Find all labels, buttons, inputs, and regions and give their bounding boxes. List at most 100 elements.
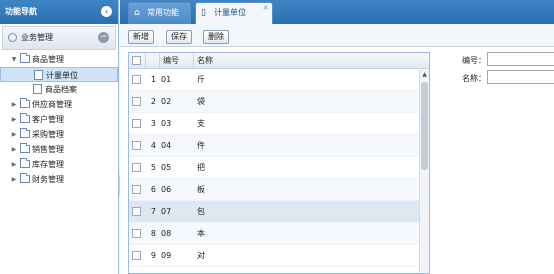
collapse-icon[interactable]: − (98, 32, 109, 43)
page-icon: ▯ (201, 8, 206, 18)
table-row[interactable]: 7 07 包 (129, 201, 429, 223)
cell-name: 斤 (197, 75, 205, 84)
tab-measurement-unit[interactable]: ▯ 计量单位 × (195, 2, 273, 24)
row-checkbox[interactable] (132, 207, 141, 216)
cell-code: 03 (161, 119, 172, 128)
row-checkbox[interactable] (132, 119, 141, 128)
delete-button[interactable]: 删除 (203, 30, 229, 44)
close-icon[interactable]: × (262, 3, 269, 13)
header-name[interactable]: 名称 (197, 53, 213, 69)
tree-item[interactable]: ▶ 客户管理 (0, 112, 118, 127)
tree-item[interactable]: ▶ 采购管理 (0, 127, 118, 142)
row-checkbox[interactable] (132, 75, 141, 84)
tree-item-label: 库存管理 (32, 160, 64, 169)
collapsed-arrow-icon[interactable]: ▶ (10, 157, 18, 172)
row-number: 1 (150, 75, 156, 84)
table-row[interactable]: 5 05 把 (129, 157, 429, 179)
cell-name: 对 (197, 251, 205, 260)
column-divider (159, 53, 160, 69)
tree-item-label: 供应商管理 (32, 100, 72, 109)
main-content: 新增 保存 删除 编号 名称 1 01 斤 2 02 袋 3 03 支 4 04 件 5 05 把 6 06 板 7… (120, 24, 554, 274)
tree-item-label: 计量单位 (46, 71, 78, 80)
collapsed-arrow-icon[interactable]: ▶ (10, 112, 18, 127)
select-all-checkbox[interactable] (132, 56, 141, 65)
cell-name: 袋 (197, 97, 205, 106)
row-checkbox[interactable] (132, 141, 141, 150)
table-row[interactable]: 2 02 袋 (129, 91, 429, 113)
cell-name: 件 (197, 141, 205, 150)
table-row[interactable]: 6 06 板 (129, 179, 429, 201)
tree-item[interactable]: ▼ 商品管理 (0, 52, 118, 67)
folder-icon (20, 53, 30, 63)
tab-label: 计量单位 (214, 8, 246, 17)
cell-name: 支 (197, 119, 205, 128)
tree-item[interactable]: ▶ 财务管理 (0, 172, 118, 187)
scroll-up-icon[interactable]: ▲ (420, 70, 429, 80)
vertical-scrollbar[interactable]: ▲ (419, 70, 429, 273)
tree-item-label: 采购管理 (32, 130, 64, 139)
cell-name: 本 (197, 229, 205, 238)
column-divider (145, 53, 146, 69)
grid-header: 编号 名称 (129, 53, 429, 69)
table-row[interactable]: 4 04 件 (129, 135, 429, 157)
folder-icon (20, 143, 30, 153)
tab-label: 常用功能 (147, 8, 179, 17)
row-checkbox[interactable] (132, 97, 141, 106)
cell-code: 05 (161, 163, 172, 172)
tree-item[interactable]: ▶ 库存管理 (0, 157, 118, 172)
code-field[interactable] (487, 52, 554, 66)
cell-code: 06 (161, 185, 172, 194)
row-number: 8 (150, 229, 156, 238)
collapsed-arrow-icon[interactable]: ▶ (10, 142, 18, 157)
form-row-code: 编号： (440, 52, 554, 68)
row-number: 6 (150, 185, 156, 194)
panel-header-business[interactable]: 业务管理 − (2, 26, 116, 50)
row-checkbox[interactable] (132, 185, 141, 194)
collapsed-arrow-icon[interactable]: ▶ (10, 97, 18, 112)
table-row[interactable]: 8 08 本 (129, 223, 429, 245)
row-number: 2 (150, 97, 156, 106)
collapsed-arrow-icon[interactable]: ▶ (10, 172, 18, 187)
nav-tree: ▼ 商品管理 计量单位 商品档案 ▶ 供应商管理 ▶ 客户管理 ▶ 采购管理 ▶ 销售管理 ▶ 库存管理 ▶… (0, 50, 118, 187)
name-label: 名称： (462, 74, 486, 83)
tab-common-functions[interactable]: ⌂ 常用功能 (128, 2, 191, 24)
table-row[interactable]: 3 03 支 (129, 113, 429, 135)
tree-item[interactable]: 计量单位 (0, 67, 118, 82)
row-number: 5 (150, 163, 156, 172)
chevron-left-icon[interactable]: ‹ (101, 6, 112, 17)
cell-name: 把 (197, 163, 205, 172)
cell-code: 01 (161, 75, 172, 84)
code-label: 编号： (462, 56, 486, 65)
save-button[interactable]: 保存 (166, 30, 192, 44)
row-checkbox[interactable] (132, 229, 141, 238)
file-icon (33, 84, 42, 94)
cell-code: 02 (161, 97, 172, 106)
tree-item-label: 财务管理 (32, 175, 64, 184)
tree-item[interactable]: ▶ 供应商管理 (0, 97, 118, 112)
folder-icon (20, 113, 30, 123)
toolbar: 新增 保存 删除 (120, 24, 554, 47)
folder-icon (20, 173, 30, 183)
cell-name: 包 (197, 207, 205, 216)
grid-body: 1 01 斤 2 02 袋 3 03 支 4 04 件 5 05 把 6 06 板 7 07 包 8 08 本 9 09 对 (129, 69, 429, 267)
column-divider (193, 53, 194, 69)
folder-icon (20, 158, 30, 168)
tree-item[interactable]: ▶ 销售管理 (0, 142, 118, 157)
table-row[interactable]: 9 09 对 (129, 245, 429, 267)
tree-item-label: 商品管理 (32, 55, 64, 64)
row-checkbox[interactable] (132, 163, 141, 172)
form-row-name: 名称： (440, 70, 554, 86)
header-code[interactable]: 编号 (163, 53, 179, 69)
tree-item[interactable]: 商品档案 (0, 82, 118, 97)
expanded-arrow-icon[interactable]: ▼ (10, 52, 18, 67)
file-icon (34, 70, 43, 80)
home-icon: ⌂ (134, 8, 140, 18)
scroll-thumb[interactable] (421, 82, 428, 170)
navigation-sidebar: 功能导航 ‹ 业务管理 − ▼ 商品管理 计量单位 商品档案 ▶ 供应商管理 ▶ 客户管理 ▶ 采… (0, 0, 119, 274)
collapsed-arrow-icon[interactable]: ▶ (10, 127, 18, 142)
name-field[interactable] (487, 70, 554, 84)
new-button[interactable]: 新增 (128, 30, 154, 44)
table-row[interactable]: 1 01 斤 (129, 69, 429, 91)
row-checkbox[interactable] (132, 251, 141, 260)
folder-icon (20, 98, 30, 108)
